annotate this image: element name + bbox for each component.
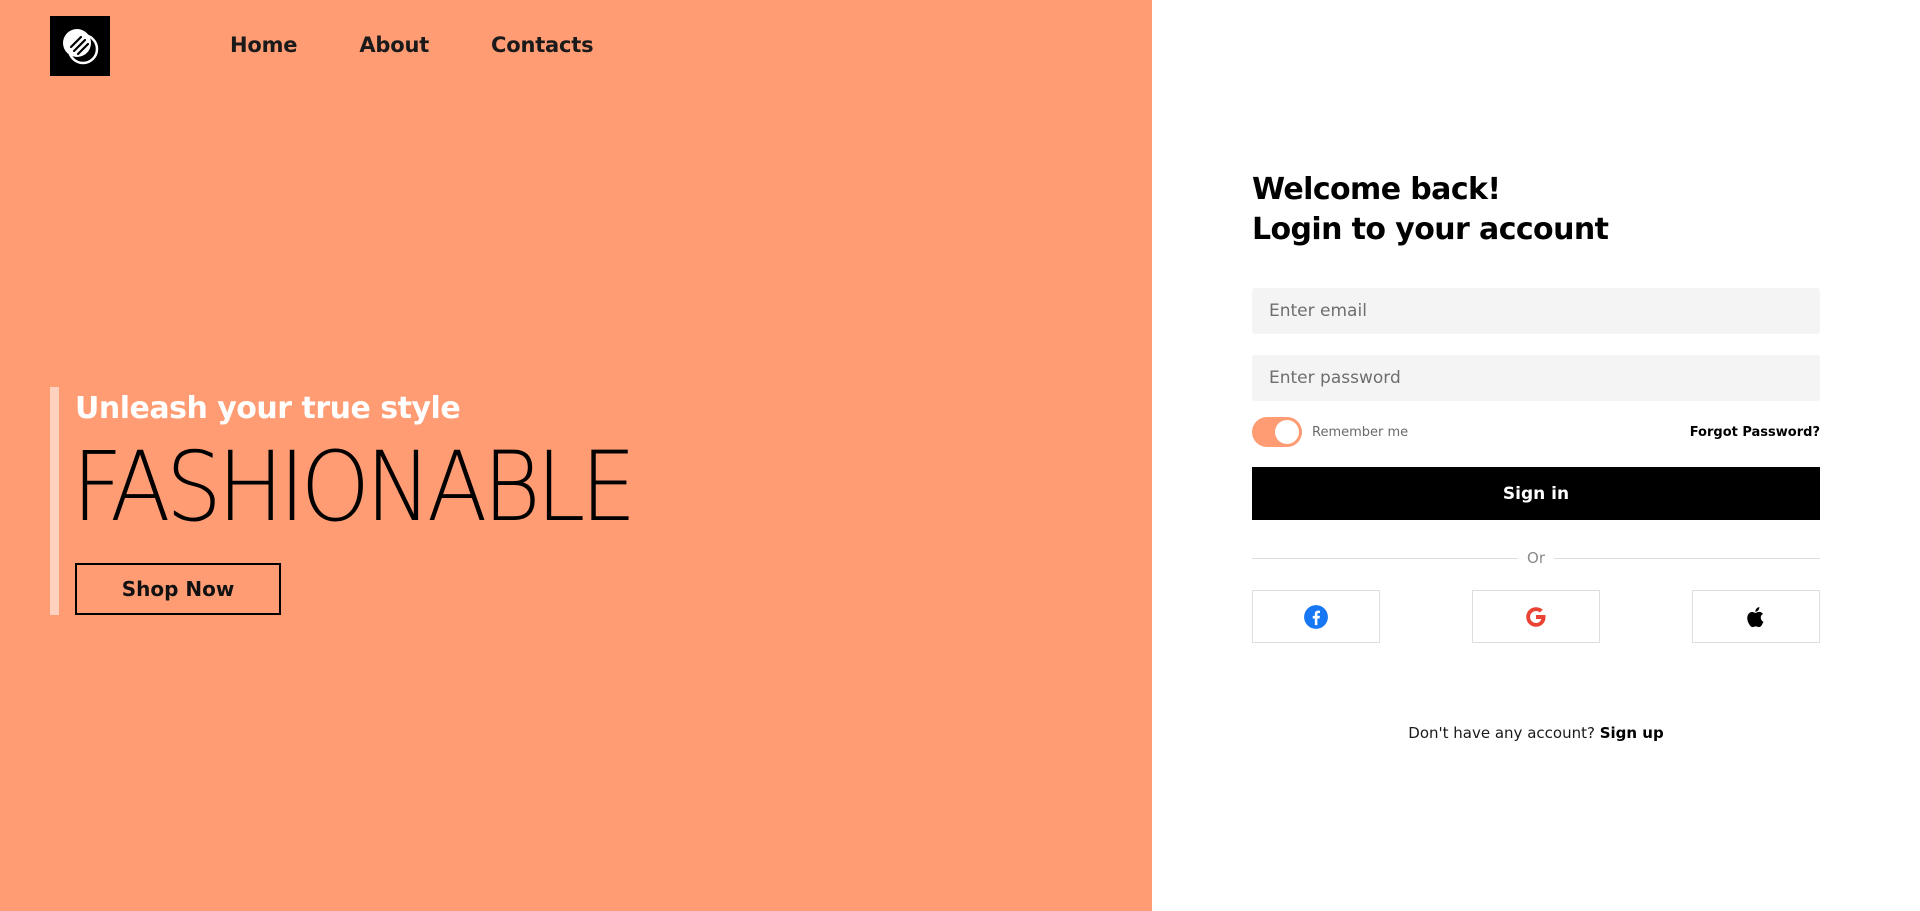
- login-heading-line1: Welcome back!: [1252, 172, 1501, 207]
- hero-subtitle: Unleash your true style: [75, 391, 461, 426]
- apple-login-button[interactable]: [1692, 590, 1820, 643]
- brand-logo-icon: [63, 29, 99, 65]
- remember-row: Remember me Forgot Password?: [1252, 417, 1820, 447]
- signup-row: Don't have any account? Sign up: [1252, 724, 1820, 742]
- brand-logo[interactable]: [50, 16, 110, 76]
- divider-line-left: [1252, 557, 1519, 559]
- login-heading: Welcome back! Login to your account: [1252, 170, 1820, 250]
- divider-label: Or: [1527, 549, 1545, 567]
- facebook-login-button[interactable]: [1252, 590, 1380, 643]
- nav-about[interactable]: About: [359, 33, 429, 57]
- nav-contacts[interactable]: Contacts: [491, 33, 594, 57]
- toggle-knob: [1275, 420, 1299, 444]
- email-input[interactable]: [1252, 288, 1820, 334]
- google-icon: [1526, 606, 1546, 627]
- nav-home[interactable]: Home: [230, 33, 298, 57]
- signup-link[interactable]: Sign up: [1600, 724, 1664, 742]
- apple-icon: [1747, 606, 1764, 627]
- or-divider: Or: [1252, 548, 1821, 568]
- sign-in-button[interactable]: Sign in: [1252, 467, 1820, 520]
- social-login-row: [1252, 590, 1820, 643]
- shop-now-button[interactable]: Shop Now: [75, 563, 281, 615]
- password-input[interactable]: [1252, 355, 1820, 401]
- login-panel: Welcome back! Login to your account Reme…: [1152, 0, 1920, 911]
- google-login-button[interactable]: [1472, 590, 1600, 643]
- hero-panel: Home About Contacts Unleash your true st…: [0, 0, 1152, 911]
- signup-prompt: Don't have any account?: [1408, 724, 1595, 742]
- top-nav: Home About Contacts: [230, 33, 594, 57]
- remember-toggle[interactable]: [1252, 417, 1302, 447]
- remember-me: Remember me: [1252, 417, 1408, 447]
- divider-line-right: [1554, 557, 1821, 559]
- login-heading-line2: Login to your account: [1252, 212, 1609, 247]
- remember-label: Remember me: [1312, 424, 1409, 440]
- facebook-icon: [1304, 604, 1328, 629]
- hero-accent-bar: [50, 387, 59, 615]
- hero-title: FASHIONABLE: [72, 431, 636, 543]
- forgot-password-link[interactable]: Forgot Password?: [1690, 425, 1820, 440]
- login-form: Welcome back! Login to your account Reme…: [1252, 170, 1821, 742]
